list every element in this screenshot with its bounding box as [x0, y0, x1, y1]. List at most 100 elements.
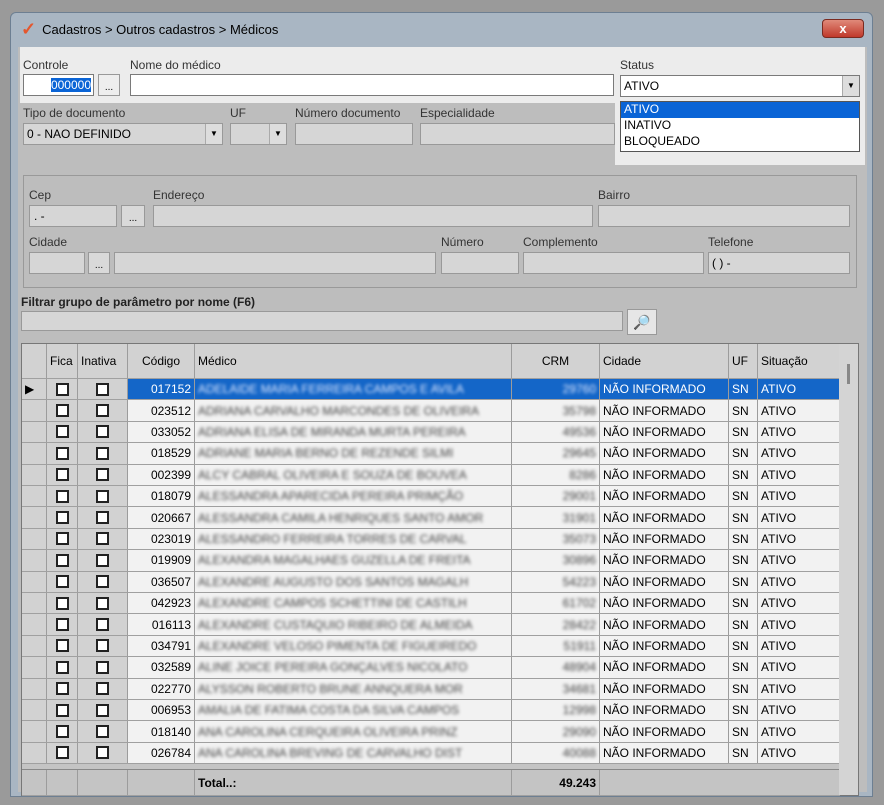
inativa-checkbox[interactable] — [96, 618, 109, 632]
col-fica[interactable]: Fica — [47, 344, 78, 378]
numero-doc-input[interactable] — [295, 123, 413, 145]
fica-checkbox[interactable] — [55, 575, 69, 589]
fica-checkbox-cell[interactable] — [47, 379, 78, 400]
complemento-input[interactable] — [523, 252, 704, 274]
table-row[interactable]: 018079 ALESSANDRA APARECIDA PEREIRA PRIM… — [22, 486, 840, 508]
col-uf[interactable]: UF — [729, 344, 758, 378]
inativa-checkbox-cell[interactable] — [78, 742, 128, 764]
inativa-checkbox-cell[interactable] — [78, 464, 128, 485]
inativa-checkbox-cell[interactable] — [78, 593, 128, 614]
fica-checkbox[interactable] — [55, 703, 69, 717]
cidade-code-input[interactable] — [29, 252, 85, 274]
inativa-checkbox[interactable] — [96, 725, 109, 739]
fica-checkbox-cell[interactable] — [47, 614, 78, 635]
inativa-checkbox-cell[interactable] — [78, 721, 128, 742]
fica-checkbox[interactable] — [55, 682, 69, 696]
fica-checkbox-cell[interactable] — [47, 678, 78, 699]
fica-checkbox[interactable] — [55, 618, 69, 632]
inativa-checkbox[interactable] — [96, 575, 109, 589]
inativa-checkbox[interactable] — [96, 532, 109, 546]
fica-checkbox-cell[interactable] — [47, 571, 78, 592]
inativa-checkbox-cell[interactable] — [78, 443, 128, 464]
cidade-input[interactable] — [114, 252, 436, 274]
inativa-checkbox[interactable] — [96, 404, 109, 418]
table-row[interactable]: 023512 ADRIANA CARVALHO MARCONDES DE OLI… — [22, 400, 840, 422]
inativa-checkbox[interactable] — [96, 596, 109, 610]
inativa-checkbox[interactable] — [96, 703, 109, 717]
inativa-checkbox-cell[interactable] — [78, 635, 128, 657]
inativa-checkbox-cell[interactable] — [78, 550, 128, 571]
table-row[interactable]: ▶ 017152 ADELAIDE MARIA FERREIRA CAMPOS … — [22, 379, 840, 401]
endereco-input[interactable] — [153, 205, 593, 227]
inativa-checkbox[interactable] — [96, 468, 109, 482]
fica-checkbox[interactable] — [55, 553, 69, 567]
cidade-lookup-button[interactable]: ... — [88, 252, 110, 274]
grid-scrollbar[interactable] — [839, 344, 858, 795]
table-row[interactable]: 032589 ALINE JOICE PEREIRA GONÇALVES NIC… — [22, 657, 840, 679]
table-row[interactable]: 023019 ALESSANDRO FERREIRA TORRES DE CAR… — [22, 528, 840, 551]
col-situacao[interactable]: Situação — [758, 344, 840, 378]
fica-checkbox[interactable] — [55, 660, 69, 674]
inativa-checkbox-cell[interactable] — [78, 700, 128, 721]
col-medico[interactable]: Médico — [195, 344, 512, 378]
fica-checkbox[interactable] — [55, 425, 69, 439]
inativa-checkbox[interactable] — [96, 511, 109, 525]
status-option-bloqueado[interactable]: BLOQUEADO — [621, 134, 859, 150]
fica-checkbox-cell[interactable] — [47, 486, 78, 507]
inativa-checkbox-cell[interactable] — [78, 379, 128, 400]
uf-select[interactable]: ▼ — [230, 123, 287, 145]
inativa-checkbox[interactable] — [96, 382, 109, 396]
table-row[interactable]: 002399 ALCY CABRAL OLIVEIRA E SOUZA DE B… — [22, 464, 840, 486]
table-row[interactable]: 016113 ALEXANDRE CUSTAQUIO RIBEIRO DE AL… — [22, 614, 840, 636]
cep-input[interactable]: . - — [29, 205, 117, 227]
fica-checkbox[interactable] — [55, 468, 69, 482]
fica-checkbox-cell[interactable] — [47, 421, 78, 443]
inativa-checkbox-cell[interactable] — [78, 614, 128, 635]
inativa-checkbox[interactable] — [96, 660, 109, 674]
search-icon[interactable]: 🔎 — [627, 309, 657, 335]
fica-checkbox-cell[interactable] — [47, 400, 78, 421]
inativa-checkbox-cell[interactable] — [78, 421, 128, 443]
especialidade-input[interactable] — [420, 123, 615, 145]
chevron-down-icon[interactable]: ▼ — [842, 76, 859, 96]
table-row[interactable]: 022770 ALYSSON ROBERTO BRUNE ANNQUERA MO… — [22, 678, 840, 700]
fica-checkbox[interactable] — [55, 725, 69, 739]
fica-checkbox[interactable] — [55, 404, 69, 418]
inativa-checkbox[interactable] — [96, 639, 109, 653]
col-crm[interactable]: CRM — [512, 344, 600, 378]
inativa-checkbox-cell[interactable] — [78, 571, 128, 592]
inativa-checkbox-cell[interactable] — [78, 400, 128, 421]
telefone-input[interactable]: ( ) - — [708, 252, 850, 274]
table-row[interactable]: 033052 ADRIANA ELISA DE MIRANDA MURTA PE… — [22, 421, 840, 444]
fica-checkbox-cell[interactable] — [47, 700, 78, 721]
fica-checkbox-cell[interactable] — [47, 721, 78, 742]
col-codigo[interactable]: Código — [128, 344, 195, 378]
filtro-input[interactable] — [21, 311, 623, 331]
table-row[interactable]: 018140 ANA CAROLINA CERQUEIRA OLIVEIRA P… — [22, 721, 840, 743]
nome-input[interactable] — [130, 74, 614, 96]
inativa-checkbox-cell[interactable] — [78, 507, 128, 528]
close-button[interactable]: x — [822, 19, 864, 38]
fica-checkbox-cell[interactable] — [47, 635, 78, 657]
fica-checkbox-cell[interactable] — [47, 464, 78, 485]
table-row[interactable]: 034791 ALEXANDRE VELOSO PIMENTA DE FIGUE… — [22, 635, 840, 658]
inativa-checkbox[interactable] — [96, 746, 109, 760]
table-row[interactable]: 042923 ALEXANDRE CAMPOS SCHETTINI DE CAS… — [22, 593, 840, 615]
table-row[interactable]: 036507 ALEXANDRE AUGUSTO DOS SANTOS MAGA… — [22, 571, 840, 593]
inativa-checkbox-cell[interactable] — [78, 486, 128, 507]
inativa-checkbox-cell[interactable] — [78, 678, 128, 699]
table-row[interactable]: 020667 ALESSANDRA CAMILA HENRIQUES SANTO… — [22, 507, 840, 529]
chevron-down-icon[interactable]: ▼ — [269, 124, 286, 144]
inativa-checkbox[interactable] — [96, 682, 109, 696]
fica-checkbox-cell[interactable] — [47, 550, 78, 571]
inativa-checkbox[interactable] — [96, 553, 109, 567]
table-row[interactable]: 026784 ANA CAROLINA BREVING DE CARVALHO … — [22, 742, 840, 765]
status-select[interactable]: ATIVO ▼ — [620, 75, 860, 97]
fica-checkbox[interactable] — [55, 596, 69, 610]
col-cidade[interactable]: Cidade — [600, 344, 729, 378]
fica-checkbox-cell[interactable] — [47, 742, 78, 764]
fica-checkbox[interactable] — [55, 489, 69, 503]
inativa-checkbox[interactable] — [96, 425, 109, 439]
controle-input[interactable]: 000000 — [23, 74, 94, 96]
scrollbar-thumb[interactable] — [847, 364, 850, 384]
